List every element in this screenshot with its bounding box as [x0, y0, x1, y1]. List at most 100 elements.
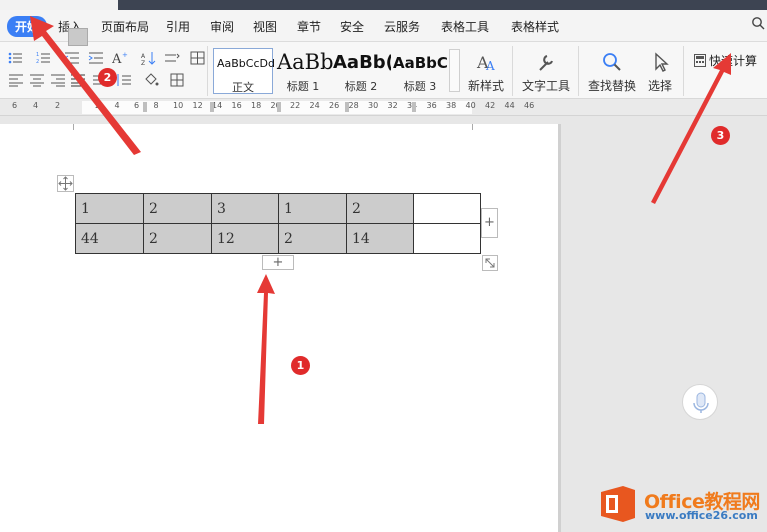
text-tools-button[interactable]: 文字工具	[520, 51, 572, 94]
table-cell[interactable]: 2	[346, 193, 414, 224]
watermark-url: www.office26.com	[645, 509, 758, 522]
font-size-grow-icon[interactable]: A +	[112, 51, 132, 65]
table-move-handle[interactable]	[57, 175, 74, 192]
menu-tab-references[interactable]: 引用	[166, 18, 190, 35]
menu-tab-table-tools[interactable]: 表格工具	[441, 18, 489, 35]
magnifier-icon	[603, 53, 621, 71]
ribbon-divider	[207, 46, 208, 96]
table-cell[interactable]	[413, 193, 481, 224]
paragraph-spacing-icon[interactable]	[164, 51, 180, 65]
ruler-number: 36	[426, 101, 437, 110]
bullet-list-icon[interactable]	[8, 51, 24, 65]
ruler-number: 12	[192, 101, 203, 110]
menu-tab-table-style[interactable]: 表格样式	[511, 18, 559, 35]
ruler-column-marker[interactable]	[143, 102, 147, 112]
line-spacing-icon[interactable]	[116, 73, 132, 87]
page-corner-mark	[62, 124, 74, 130]
table-cell[interactable]	[413, 223, 481, 254]
style-normal-preview: AaBbCcDd	[217, 57, 275, 70]
find-replace-button[interactable]: 查找替换	[586, 51, 638, 94]
menu-tab-cloud[interactable]: 云服务	[384, 18, 420, 35]
increase-indent-icon[interactable]	[88, 51, 104, 65]
svg-text:2: 2	[36, 59, 39, 65]
table-cell[interactable]: 12	[211, 223, 279, 254]
ruler-number: 6	[12, 101, 18, 110]
decrease-indent-icon[interactable]	[64, 51, 80, 65]
ruler-column-marker[interactable]	[277, 102, 281, 112]
menu-tab-page-layout[interactable]: 页面布局	[101, 18, 149, 35]
svg-text:Z: Z	[141, 60, 145, 65]
ruler-number: 26	[329, 101, 340, 110]
style-heading-3-preview: AaBbC	[393, 54, 448, 72]
document-page[interactable]	[0, 124, 558, 532]
style-normal[interactable]: AaBbCcDd 正文	[213, 48, 275, 94]
svg-text:1: 1	[36, 52, 39, 58]
voice-input-button[interactable]	[682, 384, 718, 420]
align-left-icon[interactable]	[8, 73, 24, 87]
ruler-number: 40	[465, 101, 476, 110]
quick-calc-button[interactable]: 快速计算	[694, 52, 757, 69]
numbered-list-icon[interactable]: 12	[36, 51, 52, 65]
table-row: 1 2 3 1 2	[75, 193, 481, 224]
new-style-label: 新样式	[467, 79, 504, 93]
menu-tab-view[interactable]: 视图	[253, 18, 277, 35]
cursor-icon	[655, 52, 669, 72]
align-center-icon[interactable]	[29, 73, 45, 87]
borders-grid-icon[interactable]	[190, 51, 206, 65]
table-cell[interactable]: 14	[346, 223, 414, 254]
shading-bucket-icon[interactable]	[143, 73, 159, 87]
ruler-number: 38	[446, 101, 457, 110]
style-heading-1-preview: AaBb	[277, 50, 334, 74]
search-icon[interactable]	[751, 16, 765, 30]
ribbon-divider	[512, 46, 513, 96]
menu-bar: 开始 插入 页面布局 引用 审阅 视图 章节 安全 云服务 表格工具 表格样式	[0, 10, 767, 42]
table-cell[interactable]: 44	[75, 223, 144, 254]
style-heading-2[interactable]: AaBb( 标题 2	[331, 48, 391, 94]
table-cell[interactable]: 2	[143, 223, 212, 254]
quick-calc-label: 快速计算	[709, 54, 758, 68]
add-column-button[interactable]: +	[481, 208, 498, 238]
sort-icon[interactable]: AZ	[141, 51, 157, 65]
horizontal-ruler[interactable]: 6422468101214161820222426283032343638404…	[0, 99, 767, 116]
style-normal-caption: 正文	[232, 81, 254, 94]
svg-text:A: A	[485, 59, 495, 73]
table-cell[interactable]: 2	[278, 223, 347, 254]
page-corner-mark	[472, 124, 484, 130]
ruler-number: 30	[368, 101, 379, 110]
menu-tab-review[interactable]: 审阅	[210, 18, 234, 35]
menu-tab-start[interactable]: 开始	[7, 16, 48, 37]
resize-diagonal-icon	[485, 258, 495, 268]
table-cell[interactable]: 3	[211, 193, 279, 224]
ruler-column-marker[interactable]	[345, 102, 349, 112]
menu-tab-security[interactable]: 安全	[340, 18, 364, 35]
ruler-number: 4	[33, 101, 39, 110]
select-button[interactable]: 选择	[644, 51, 676, 94]
ruler-number: 8	[153, 101, 159, 110]
page-shadow	[558, 124, 561, 532]
table-cell[interactable]: 1	[75, 193, 144, 224]
table-cell[interactable]: 2	[143, 193, 212, 224]
style-heading-1[interactable]: AaBb 标题 1	[275, 48, 334, 94]
align-justify-icon[interactable]	[70, 73, 86, 87]
ruler-number: 42	[485, 101, 496, 110]
ruler-number: 46	[524, 101, 535, 110]
table-row: 44 2 12 2 14	[75, 223, 481, 254]
ruler-number: 4	[114, 101, 120, 110]
menu-tab-chapter[interactable]: 章节	[297, 18, 321, 35]
borders-icon[interactable]	[170, 73, 186, 87]
document-table[interactable]: 1 2 3 1 2 44 2 12 2 14	[75, 193, 481, 254]
style-gallery-scroll[interactable]	[449, 49, 460, 92]
ruler-column-marker[interactable]	[412, 102, 416, 112]
table-resize-handle[interactable]	[482, 255, 498, 271]
svg-text:+: +	[122, 51, 128, 59]
style-heading-3[interactable]: AaBbC 标题 3	[391, 48, 449, 94]
title-strip-dark	[118, 0, 767, 10]
new-style-button[interactable]: AA 新样式	[465, 51, 507, 94]
style-heading-2-caption: 标题 2	[344, 80, 378, 93]
ruler-number: 16	[231, 101, 242, 110]
add-row-button[interactable]: +	[262, 255, 294, 270]
ruler-column-marker[interactable]	[210, 102, 214, 112]
align-right-icon[interactable]	[50, 73, 66, 87]
table-cell[interactable]: 1	[278, 193, 347, 224]
ruler-number: 24	[309, 101, 320, 110]
